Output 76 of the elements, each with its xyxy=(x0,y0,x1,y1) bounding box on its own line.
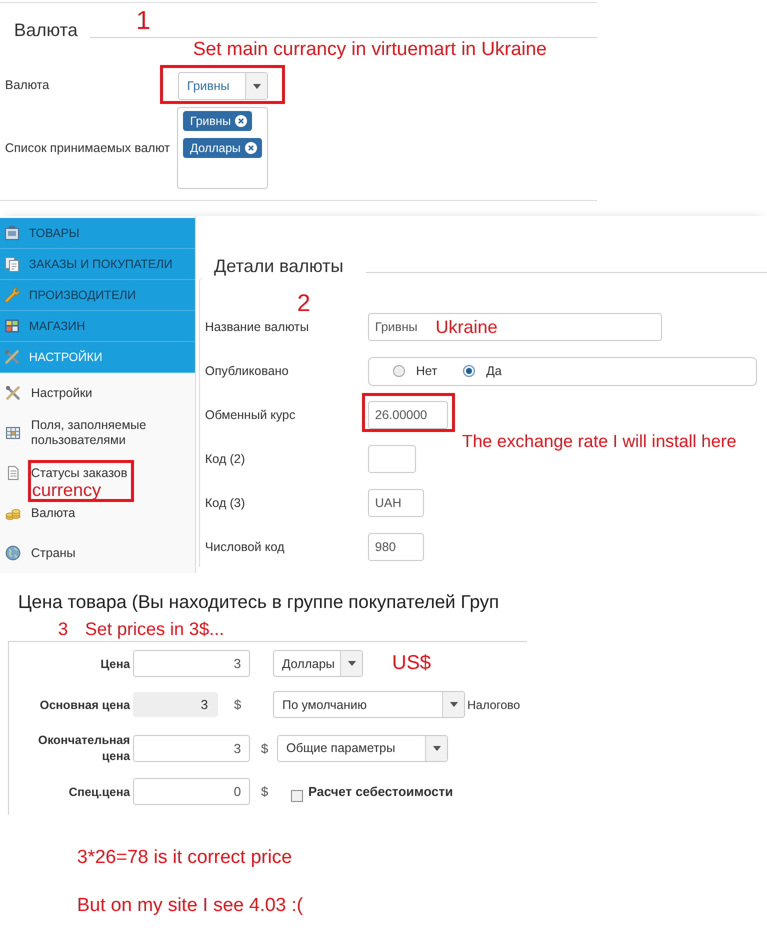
document-icon xyxy=(5,465,21,481)
radio-option[interactable]: Да xyxy=(463,364,502,378)
section-title: Валюта xyxy=(14,19,79,41)
checkbox-icon[interactable] xyxy=(291,790,304,802)
tools-icon xyxy=(4,349,20,365)
annotation-text: The exchange rate I will install here xyxy=(462,430,736,452)
currency-tag[interactable]: Гривны xyxy=(183,111,252,131)
shop-icon xyxy=(4,318,20,334)
text-field[interactable]: UAH xyxy=(368,489,424,517)
field-label: Код (2) xyxy=(204,452,246,466)
field-label: Обменный курс xyxy=(204,408,296,422)
currency-select[interactable]: Гривны xyxy=(178,72,268,100)
menu-item[interactable]: Поля, заполняемые пользователями xyxy=(5,418,189,448)
menu-section[interactable]: МАГАЗИН xyxy=(0,311,195,342)
field-label: Числовой код xyxy=(204,540,286,554)
annotation-text: But on my site I see 4.03 :( xyxy=(77,895,304,917)
menu-section[interactable]: ТОВАРЫ xyxy=(0,218,195,249)
menu-section[interactable]: ЗАКАЗЫ И ПОКУПАТЕЛИ xyxy=(0,249,195,280)
section-title: Цена товара (Вы находитесь в группе покупателей Груп xyxy=(17,591,500,613)
currency-symbol: $ xyxy=(261,740,268,756)
field-label: Название валюты xyxy=(204,320,310,334)
form-icon xyxy=(5,425,21,441)
text-field[interactable]: Гривны Ukraine xyxy=(368,313,662,341)
documents-icon xyxy=(4,256,20,272)
price-field[interactable]: 0 xyxy=(133,778,250,805)
currency-symbol: $ xyxy=(261,784,268,799)
currency-tag[interactable]: Доллары xyxy=(183,138,262,158)
section-title: Детали валюты xyxy=(214,255,344,277)
tools-icon xyxy=(5,385,21,401)
annotation-text: Set main currancy in virtuemart in Ukraine xyxy=(193,39,547,61)
step-number: 2 xyxy=(297,290,310,318)
field-label: Валюта xyxy=(4,78,50,92)
field-label: Налогово xyxy=(467,698,520,712)
field-label: Код (3) xyxy=(204,496,246,510)
step-number: 1 xyxy=(136,6,150,34)
menu-item[interactable]: Статусы заказов xyxy=(5,465,128,481)
currency-symbol: $ xyxy=(234,697,242,712)
text-field[interactable] xyxy=(368,445,416,473)
radio-option[interactable]: Нет xyxy=(393,364,438,378)
select-field[interactable]: Доллары xyxy=(273,650,363,677)
field-label: Спец.цена xyxy=(68,784,132,800)
readonly-field: 3 xyxy=(133,692,218,717)
wrench-icon xyxy=(4,287,20,303)
field-label: Цена xyxy=(99,656,132,672)
price-field[interactable]: 3 xyxy=(133,650,250,677)
select-field[interactable]: По умолчанию xyxy=(273,691,466,718)
remove-icon[interactable] xyxy=(244,142,257,154)
menu-item[interactable]: Настройки xyxy=(5,385,92,401)
radio-icon[interactable] xyxy=(463,365,476,377)
radio-icon[interactable] xyxy=(393,365,405,377)
checkbox-label[interactable]: Расчет себестоимости xyxy=(308,784,453,799)
annotation-text: Ukraine xyxy=(436,316,498,338)
step-number: 3 xyxy=(58,619,68,639)
field-label: Опубликовано xyxy=(204,364,290,378)
menu-item[interactable]: Страны xyxy=(5,545,76,561)
caret-icon xyxy=(252,84,260,88)
box-icon xyxy=(4,225,20,241)
field-label: Основная цена xyxy=(38,696,132,712)
menu-item[interactable]: Валюта xyxy=(5,505,76,521)
caret-icon xyxy=(348,661,356,666)
annotation-text: currency xyxy=(32,481,102,499)
field-label: Окончательная цена xyxy=(37,732,132,764)
annotation-text: 3*26=78 is it correct price xyxy=(77,847,293,869)
menu-section[interactable]: ПРОИЗВОДИТЕЛИ xyxy=(0,280,195,311)
field-label: Список принимаемых валют xyxy=(4,141,172,155)
annotation-text: Set prices in 3$... xyxy=(85,619,224,639)
annotation-text: US$ xyxy=(392,652,431,675)
caret-icon xyxy=(450,702,458,707)
globe-icon xyxy=(5,545,21,561)
select-field[interactable]: Общие параметры xyxy=(277,734,448,762)
caret-icon xyxy=(432,746,441,750)
text-field[interactable]: 980 xyxy=(368,533,424,561)
multi-select-field[interactable]: Гривны Доллары xyxy=(177,107,268,189)
price-field[interactable]: 3 xyxy=(133,734,250,762)
remove-icon[interactable] xyxy=(234,115,247,127)
text-field[interactable]: 26.00000 xyxy=(368,401,448,429)
